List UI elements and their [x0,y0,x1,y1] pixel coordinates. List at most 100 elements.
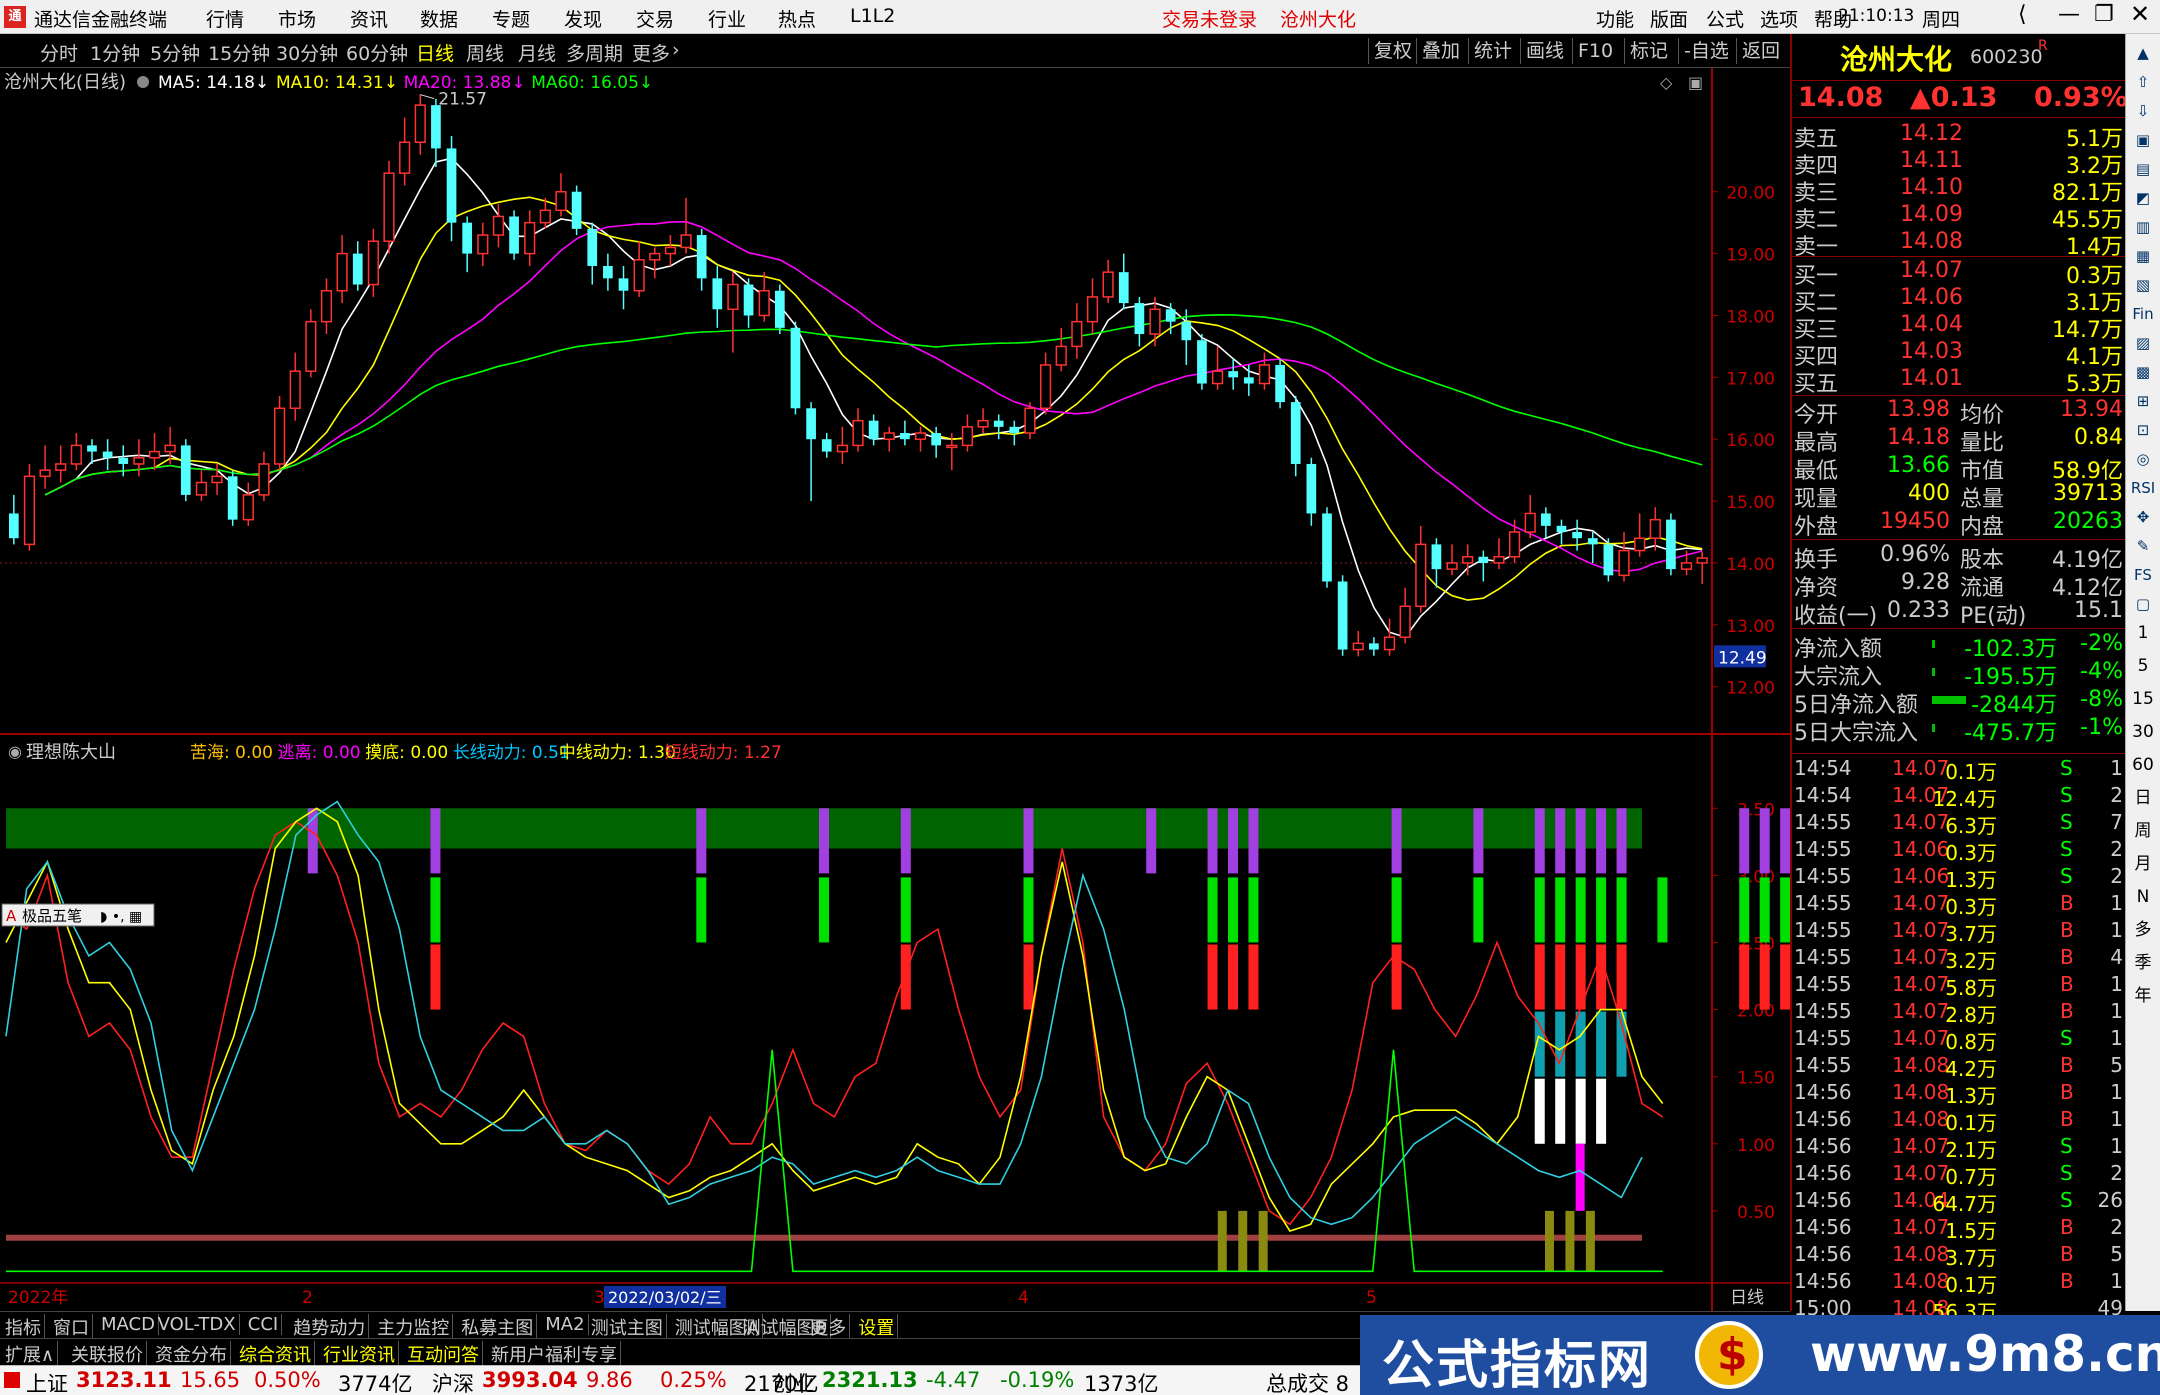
right-tool-11-icon[interactable]: ▩ [2130,359,2156,385]
info-tab-0[interactable]: 扩展∧ [2,1341,59,1367]
period-0[interactable]: 分时 [36,39,82,66]
info-tab-4[interactable]: 行业资讯 [320,1341,399,1367]
indicator-tab-3[interactable]: VOL-TDX [155,1314,240,1335]
period-7[interactable]: 周线 [462,39,508,66]
right-tool-14-icon[interactable]: ◎ [2130,446,2156,472]
period-6[interactable]: 日线 [412,39,458,66]
indicator-tab-6[interactable]: 主力监控 [374,1314,454,1340]
right-tool-25-icon[interactable]: 日 [2130,785,2156,811]
ime-overlay-box[interactable]: A 极品五笔 ◗ •, ▦ [1,903,155,927]
ask-row[interactable]: 卖四 14.11 3.2万 [1792,148,2127,179]
right-tool-30-icon[interactable]: 季 [2130,950,2156,976]
menu-right-2[interactable]: 公式 [1706,5,1744,32]
info-tab-6[interactable]: 新用户福利专享 [488,1341,621,1367]
right-tool-8-icon[interactable]: ▧ [2130,272,2156,298]
indicator-tab-12[interactable]: 更多 [807,1314,851,1340]
chart-tool-5[interactable]: 标记 [1624,38,1673,64]
right-tool-24-icon[interactable]: 60 [2130,752,2156,778]
indicator-tab-8[interactable]: MA2 [542,1314,589,1335]
right-tool-13-icon[interactable]: ⊡ [2130,417,2156,443]
restore-icon[interactable]: ❐ [2094,2,2114,27]
right-tool-7-icon[interactable]: ▦ [2130,243,2156,269]
indicator-tab-4[interactable]: CCI [245,1314,283,1335]
info-tab-2[interactable]: 资金分布 [152,1341,231,1367]
period-2[interactable]: 5分钟 [146,39,204,66]
chart-tool-3[interactable]: 画线 [1520,38,1569,64]
right-tool-12-icon[interactable]: ⊞ [2130,388,2156,414]
right-tool-15-icon[interactable]: RSI [2130,475,2156,501]
menu-right-1[interactable]: 版面 [1650,5,1688,32]
right-tool-3-icon[interactable]: ▣ [2130,127,2156,153]
chart-tool-6[interactable]: -自选 [1678,38,1734,64]
bid-row[interactable]: 买三 14.04 14.7万 [1792,312,2127,343]
indicator-tab-0[interactable]: 指标 [2,1314,45,1340]
indicator-tab-13[interactable]: 设置 [855,1314,899,1340]
menu-4[interactable]: 专题 [492,5,530,32]
ask-row[interactable]: 卖一 14.08 1.4万 [1792,229,2127,260]
bid-row[interactable]: 买二 14.06 3.1万 [1792,285,2127,316]
back-icon[interactable]: ⟨ [2018,2,2027,27]
right-tool-1-icon[interactable]: ⇧ [2130,69,2156,95]
right-tool-20-icon[interactable]: 1 [2130,620,2156,646]
right-tool-9-icon[interactable]: Fin [2130,301,2156,327]
period-8[interactable]: 月线 [514,39,560,66]
indicator-tab-5[interactable]: 趋势动力 [290,1314,370,1340]
right-tool-21-icon[interactable]: 5 [2130,653,2156,679]
menu-7[interactable]: 行业 [708,5,746,32]
menu-8[interactable]: 热点 [778,5,816,32]
minimize-icon[interactable]: — [2058,2,2080,27]
chart-area[interactable]: 20.00 19.00 18.00 17.00 16.00 15.00 14.00 13.00… [0,68,1790,1311]
right-tool-19-icon[interactable]: ▢ [2130,591,2156,617]
right-tool-23-icon[interactable]: 30 [2130,719,2156,745]
right-tool-31-icon[interactable]: 年 [2130,983,2156,1009]
indicator-tab-9[interactable]: 测试主图 [588,1314,667,1340]
ask-row[interactable]: 卖五 14.12 5.1万 [1792,121,2127,152]
ask-row[interactable]: 卖二 14.09 45.5万 [1792,202,2127,233]
right-tool-27-icon[interactable]: 月 [2130,851,2156,877]
period-4[interactable]: 30分钟 [272,39,342,66]
right-tool-0-icon[interactable]: ▲ [2130,40,2156,66]
right-tool-6-icon[interactable]: ▥ [2130,214,2156,240]
chart-tool-1[interactable]: 叠加 [1416,38,1465,64]
bid-row[interactable]: 买四 14.03 4.1万 [1792,339,2127,370]
right-tool-4-icon[interactable]: ▤ [2130,156,2156,182]
period-10[interactable]: 更多 [628,39,674,66]
chart-tool-2[interactable]: 统计 [1468,38,1517,64]
info-tab-3[interactable]: 综合资讯 [236,1341,315,1367]
bid-row[interactable]: 买五 14.01 5.3万 [1792,366,2127,397]
menu-6[interactable]: 交易 [636,5,674,32]
period-3[interactable]: 15分钟 [204,39,274,66]
menu-right-0[interactable]: 功能 [1596,5,1634,32]
right-tool-22-icon[interactable]: 15 [2130,686,2156,712]
right-tool-17-icon[interactable]: ✎ [2130,533,2156,559]
menu-1[interactable]: 市场 [278,5,316,32]
indicator-tab-7[interactable]: 私募主图 [458,1314,538,1340]
right-tool-18-icon[interactable]: FS [2130,562,2156,588]
chart-tool-0[interactable]: 复权 [1368,38,1417,64]
period-5[interactable]: 60分钟 [342,39,412,66]
period-9[interactable]: 多周期 [562,39,627,66]
chart-tool-4[interactable]: F10 [1572,38,1618,64]
bid-row[interactable]: 买一 14.07 0.3万 [1792,258,2127,289]
indicator-tab-1[interactable]: 窗口 [50,1314,93,1340]
right-tool-28-icon[interactable]: N [2130,884,2156,910]
menu-right-3[interactable]: 选项 [1760,5,1798,32]
menu-0[interactable]: 行情 [206,5,244,32]
more-chevron-icon[interactable]: › [672,39,680,61]
close-icon[interactable]: ✕ [2130,0,2150,28]
ask-row[interactable]: 卖三 14.10 82.1万 [1792,175,2127,206]
chart-tool-7[interactable]: 返回 [1736,38,1785,64]
menu-2[interactable]: 资讯 [350,5,388,32]
menu-5[interactable]: 发现 [564,5,602,32]
period-1[interactable]: 1分钟 [86,39,144,66]
right-tool-16-icon[interactable]: ✥ [2130,504,2156,530]
kline-and-indicator-chart[interactable]: 20.00 19.00 18.00 17.00 16.00 15.00 14.00 13.00… [0,68,1790,1311]
info-tab-5[interactable]: 互动问答 [404,1341,483,1367]
right-tool-2-icon[interactable]: ⇩ [2130,98,2156,124]
right-tool-10-icon[interactable]: ▨ [2130,330,2156,356]
menu-3[interactable]: 数据 [420,5,458,32]
menu-9[interactable]: L1L2 [850,5,895,27]
right-tool-26-icon[interactable]: 周 [2130,818,2156,844]
info-tab-1[interactable]: 关联报价 [68,1341,147,1367]
indicator-tab-2[interactable]: MACD [98,1314,159,1335]
